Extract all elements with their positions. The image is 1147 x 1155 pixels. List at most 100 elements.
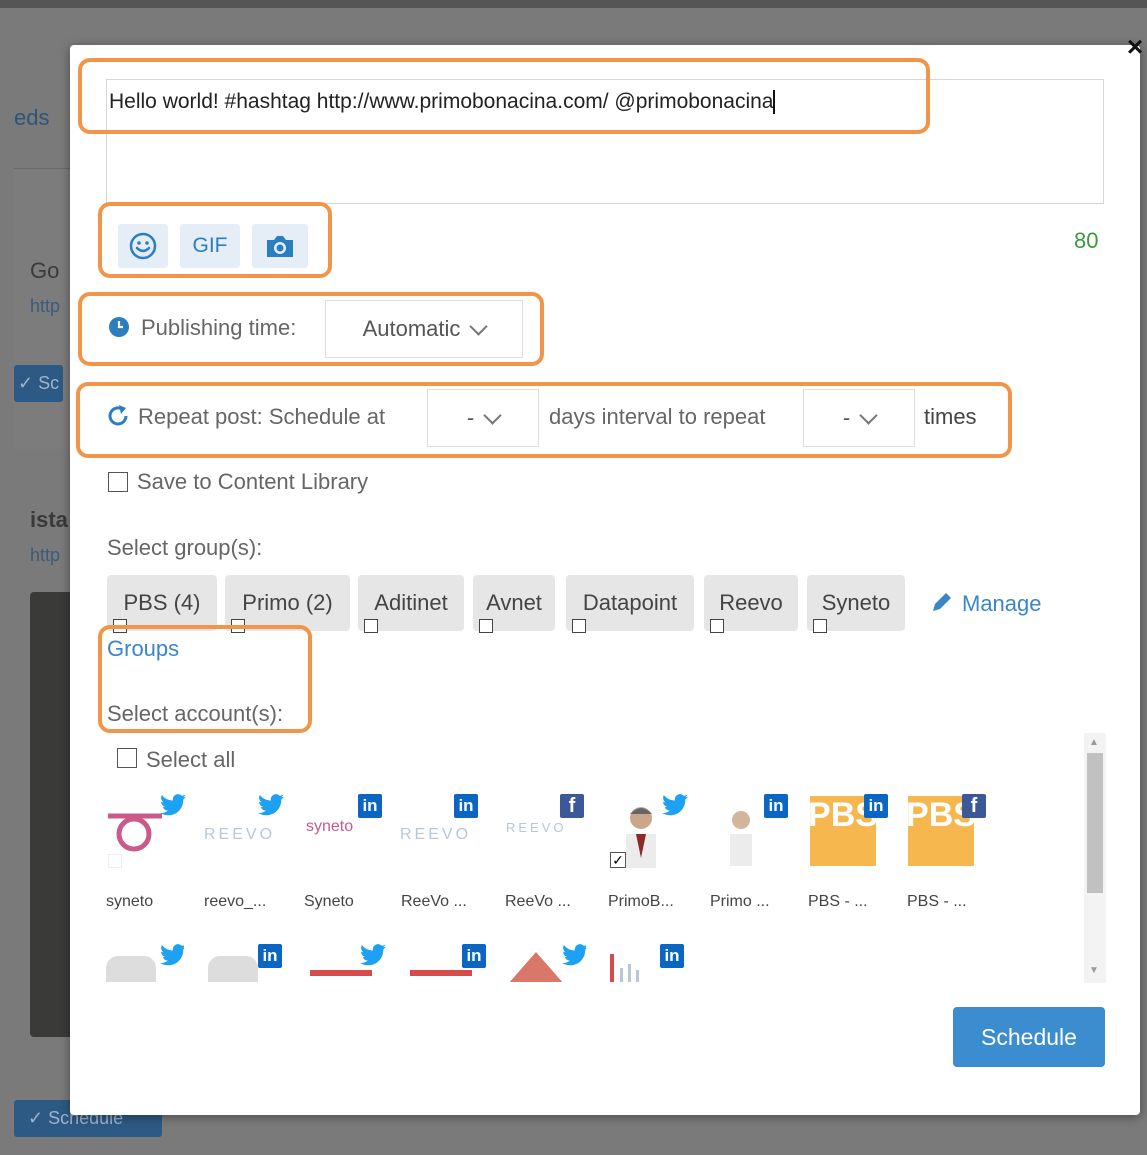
chevron-down-icon <box>859 405 878 425</box>
account-checkbox-checked[interactable]: ✓ <box>610 852 626 868</box>
select-groups-label: Select group(s): <box>107 535 263 560</box>
linkedin-icon: in <box>258 944 282 968</box>
account-name: ReeVo ... <box>401 893 467 910</box>
account-tile-row2[interactable]: in <box>410 944 488 982</box>
account-name: PrimoB... <box>608 893 674 910</box>
account-pbs-linkedin[interactable]: PBS in <box>808 794 888 872</box>
manage-groups-link[interactable]: Manage <box>962 591 1042 617</box>
facebook-icon: f <box>560 794 584 818</box>
scroll-down-icon[interactable]: ▼ <box>1089 965 1099 976</box>
group-avnet[interactable]: Avnet <box>473 575 555 633</box>
pencil-icon <box>933 593 951 611</box>
gif-button[interactable]: GIF <box>180 224 240 268</box>
group-avnet-label: Avnet <box>486 590 542 615</box>
scroll-thumb[interactable] <box>1087 753 1103 893</box>
chevron-down-icon <box>469 316 489 336</box>
group-syneto[interactable]: Syneto <box>807 575 905 633</box>
bg-card2-link: http <box>30 545 61 565</box>
twitter-icon <box>160 794 186 816</box>
text-caret <box>773 90 776 115</box>
twitter-icon <box>160 944 184 966</box>
group-pbs[interactable]: PBS (4) <box>107 575 217 633</box>
close-icon[interactable]: × <box>1122 33 1147 61</box>
group-reevo[interactable]: Reevo <box>704 575 798 633</box>
schedule-button[interactable]: Schedule <box>953 1007 1105 1067</box>
group-primo-label: Primo (2) <box>242 590 333 615</box>
group-primo[interactable]: Primo (2) <box>225 575 350 633</box>
emoji-button[interactable] <box>118 224 168 268</box>
account-reevo-facebook[interactable]: REEVO f <box>506 794 584 872</box>
group-reevo-label: Reevo <box>719 590 783 615</box>
account-tile-row2[interactable] <box>106 944 184 982</box>
aditinet-logo <box>509 952 563 982</box>
repeat-label: Repeat post: Schedule at <box>138 404 386 429</box>
account-name: Syneto <box>304 893 354 910</box>
account-tile-row2[interactable]: in <box>606 944 684 982</box>
select-all-checkbox[interactable] <box>117 748 137 768</box>
avnet-logo <box>310 970 372 976</box>
linkedin-icon: in <box>462 944 486 968</box>
account-tile-row2[interactable] <box>508 944 586 982</box>
group-checkbox[interactable] <box>813 619 827 633</box>
group-aditinet[interactable]: Aditinet <box>358 575 464 633</box>
scroll-up-icon[interactable]: ▲ <box>1089 737 1099 748</box>
account-tile-row2[interactable]: in <box>208 944 286 982</box>
facebook-icon: f <box>962 794 986 818</box>
group-datapoint-label: Datapoint <box>582 590 678 615</box>
account-name: ReeVo ... <box>505 893 571 910</box>
account-name: Primo ... <box>710 893 770 910</box>
account-pbs-facebook[interactable]: PBS f <box>906 794 986 872</box>
clock-icon <box>109 317 129 337</box>
account-syneto-twitter[interactable] <box>106 794 186 872</box>
twitter-icon <box>258 794 284 816</box>
account-reevo-twitter[interactable]: REEVO <box>204 794 284 872</box>
group-checkbox[interactable] <box>710 619 724 633</box>
bg-card2-title: ista <box>30 507 68 532</box>
group-checkbox[interactable] <box>231 619 245 633</box>
manage-groups-link-2[interactable]: Groups <box>107 636 179 662</box>
save-library-checkbox[interactable] <box>108 472 128 492</box>
repeat-icon <box>108 405 128 426</box>
repeat-interval-value: - <box>466 405 475 430</box>
twitter-icon <box>662 794 688 816</box>
reevo-logo: REEVO <box>506 820 567 835</box>
syneto-logo <box>108 813 162 852</box>
smile-icon <box>129 232 157 260</box>
account-name: PBS - ... <box>808 893 868 910</box>
select-all-label: Select all <box>146 747 236 772</box>
repeat-times-select[interactable]: - <box>803 389 915 447</box>
repeat-end-label: times <box>924 404 977 429</box>
account-checkbox[interactable] <box>108 854 122 868</box>
account-primob-twitter[interactable]: ✓ <box>608 794 688 872</box>
profile-photo <box>730 811 752 866</box>
account-reevo-linkedin[interactable]: REEVO in <box>400 794 478 872</box>
linkedin-icon: in <box>454 794 478 818</box>
bg-nav-fragment: eds <box>14 105 50 130</box>
bg-image <box>30 592 75 1037</box>
group-datapoint[interactable]: Datapoint <box>566 575 694 633</box>
publishing-time-select[interactable]: Automatic <box>325 300 523 358</box>
account-syneto-linkedin[interactable]: syneto in <box>304 794 382 872</box>
post-text: Hello world! #hashtag http://www.primobo… <box>109 90 774 113</box>
reevo-logo: REEVO <box>400 826 472 843</box>
camera-icon <box>267 236 293 257</box>
twitter-icon <box>562 944 586 966</box>
account-tile-row2[interactable] <box>310 944 388 982</box>
repeat-interval-select[interactable]: - <box>427 389 539 447</box>
group-checkbox[interactable] <box>364 619 378 633</box>
avnet-logo <box>410 970 472 976</box>
linkedin-icon: in <box>864 794 888 818</box>
linkedin-icon: in <box>358 794 382 818</box>
bg-schedule-button: ✓ Sc <box>14 365 64 402</box>
photo-button[interactable] <box>252 224 308 268</box>
post-text-area[interactable]: Hello world! #hashtag http://www.primobo… <box>106 79 1104 204</box>
accounts-scrollbar[interactable]: ▲ ▼ <box>1084 733 1106 983</box>
group-checkbox[interactable] <box>572 619 586 633</box>
group-checkbox[interactable] <box>113 619 127 633</box>
account-primo-linkedin[interactable]: in <box>710 794 788 872</box>
datapoint-logo <box>610 954 639 982</box>
account-name: reevo_... <box>204 893 267 910</box>
account-name: syneto <box>106 893 154 910</box>
group-checkbox[interactable] <box>479 619 493 633</box>
publishing-time-label: Publishing time: <box>141 315 297 340</box>
